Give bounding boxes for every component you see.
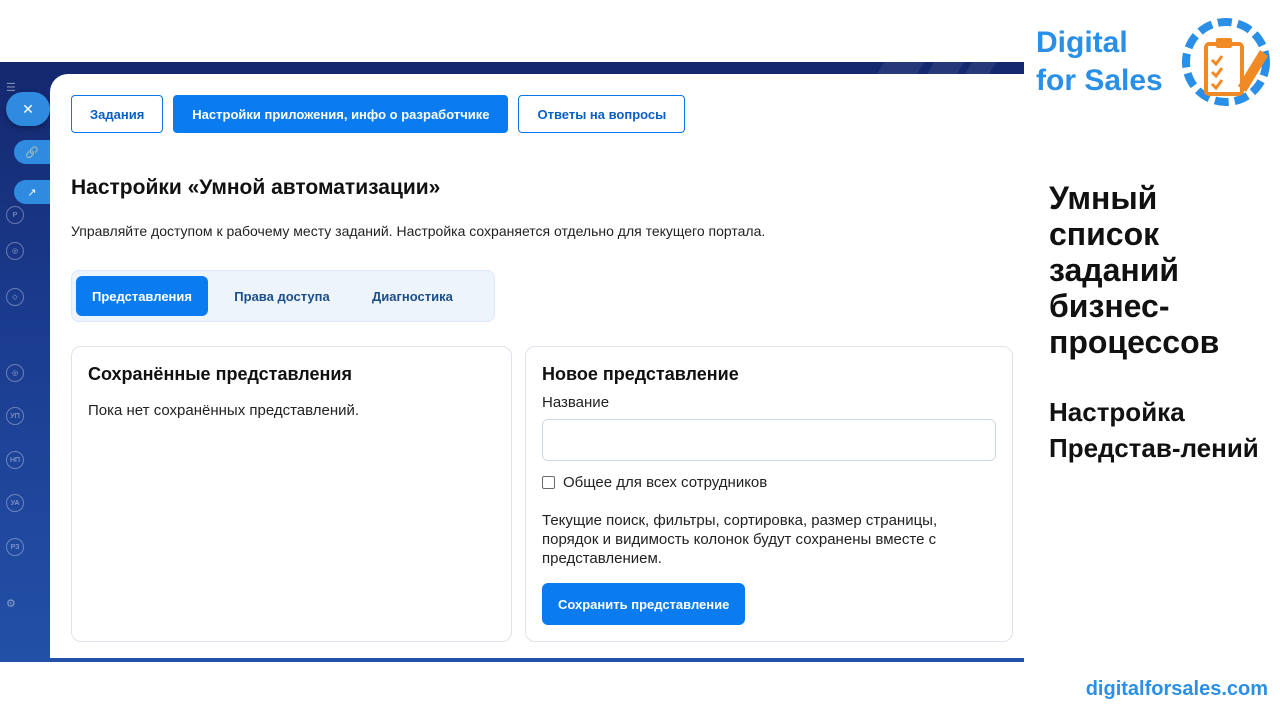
shared-checkbox[interactable]	[542, 476, 555, 489]
sidebar-item[interactable]: УП	[6, 405, 44, 427]
saved-views-card: Сохранённые представления Пока нет сохра…	[71, 346, 512, 642]
subheadline: Настройка Представ-лений	[1049, 397, 1259, 463]
gear-clipboard-pencil-icon	[1182, 18, 1270, 106]
sidebar-item[interactable]: ◎	[6, 240, 44, 262]
link-icon[interactable]: 🔗	[14, 140, 50, 164]
shared-label: Общее для всех сотрудников	[563, 474, 768, 491]
segment-views[interactable]: Представления	[76, 276, 208, 316]
page-title: Настройки «Умной автоматизации»	[71, 176, 441, 199]
headline: Умный список заданий бизнес-процессов	[1049, 180, 1220, 360]
website-link[interactable]: digitalforsales.com	[1086, 678, 1268, 701]
save-note: Текущие поиск, фильтры, сортировка, разм…	[542, 512, 938, 567]
saved-views-empty: Пока нет сохранённых представлений.	[88, 402, 360, 419]
settings-segments: Представления Права доступа Диагностика	[71, 270, 495, 322]
settings-icon[interactable]: ⚙	[6, 592, 44, 614]
segment-access-rights[interactable]: Права доступа	[212, 276, 352, 316]
slide: ☰ Р ◎ ◇ ◎ УП НП УА РЗ ⚙ ✕ 🔗 ↗ Задания На…	[0, 0, 1280, 720]
page-description: Управляйте доступом к рабочему месту зад…	[71, 223, 766, 239]
segment-diagnostics[interactable]: Диагностика	[356, 276, 469, 316]
sidebar-item[interactable]: Р	[6, 204, 44, 226]
new-view-card: Новое представление Название Общее для в…	[525, 346, 1013, 642]
save-view-button[interactable]: Сохранить представление	[542, 583, 746, 625]
saved-views-title: Сохранённые представления	[88, 364, 352, 384]
tab-app-settings[interactable]: Настройки приложения, инфо о разработчик…	[173, 95, 509, 133]
settings-panel: Задания Настройки приложения, инфо о раз…	[50, 74, 1024, 658]
name-label: Название	[542, 394, 610, 411]
close-icon[interactable]: ✕	[6, 92, 50, 126]
open-external-icon[interactable]: ↗	[14, 180, 50, 204]
sidebar-item[interactable]: УА	[6, 492, 44, 514]
sidebar-item[interactable]: РЗ	[6, 536, 44, 558]
new-view-title: Новое представление	[542, 364, 739, 384]
sidebar-item[interactable]: НП	[6, 449, 44, 471]
name-input[interactable]	[542, 419, 996, 461]
brand-logo-text: Digital for Sales	[1036, 26, 1163, 97]
tab-tasks[interactable]: Задания	[71, 95, 164, 133]
sidebar-item[interactable]: ◎	[6, 362, 44, 384]
top-tabs: Задания Настройки приложения, инфо о раз…	[71, 95, 686, 133]
sidebar-item[interactable]: ◇	[6, 286, 44, 308]
shared-checkbox-row[interactable]: Общее для всех сотрудников	[542, 474, 767, 491]
tab-faq[interactable]: Ответы на вопросы	[518, 95, 686, 133]
